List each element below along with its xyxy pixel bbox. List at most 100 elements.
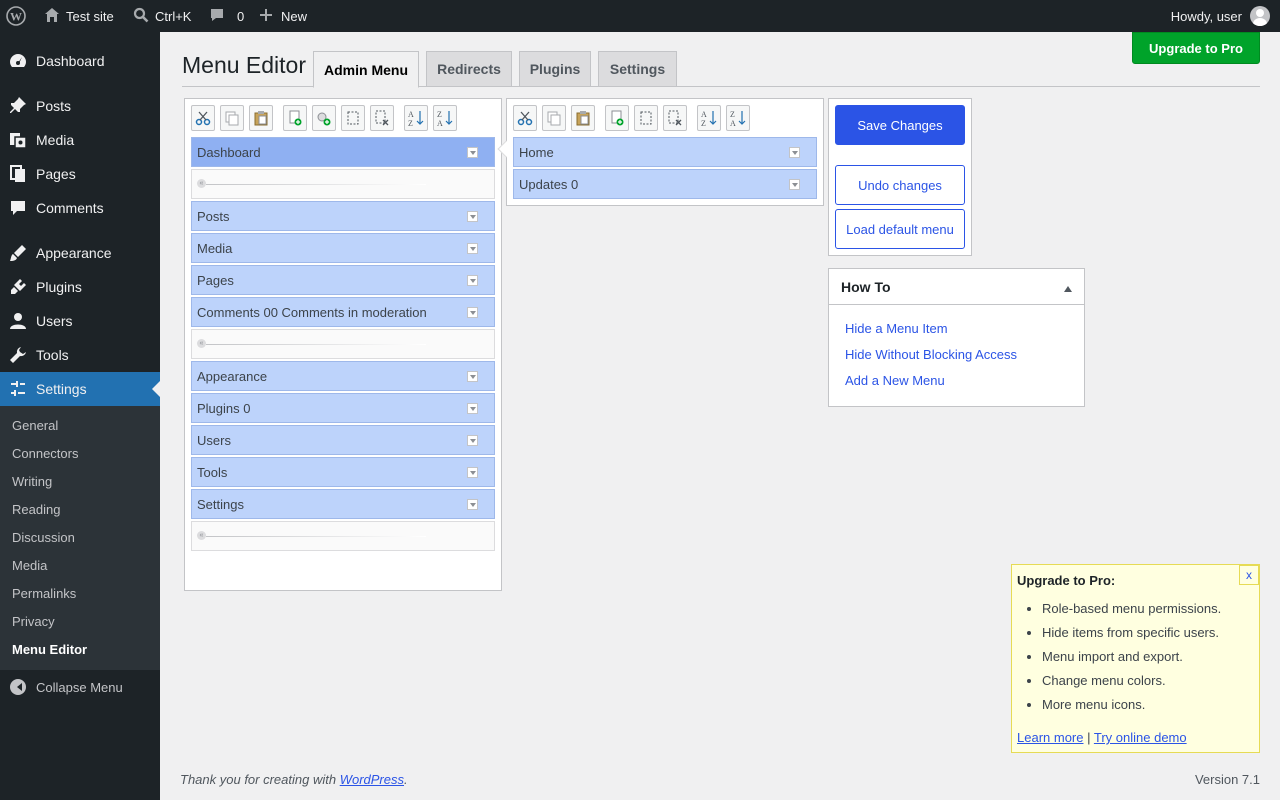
tab-settings[interactable]: Settings	[598, 51, 677, 87]
sidebar-item-settings[interactable]: Settings	[0, 372, 160, 406]
sidebar-item-dashboard[interactable]: Dashboard	[0, 44, 160, 78]
link-hide-menu-item[interactable]: Hide a Menu Item	[845, 321, 948, 336]
submenu-item-reading[interactable]: Reading	[12, 502, 60, 517]
menu-item-title: Pages	[197, 272, 234, 288]
cut-icon[interactable]	[191, 105, 215, 131]
sort-ascending-icon[interactable]: AZ	[697, 105, 721, 131]
menu-separator[interactable]: «	[191, 329, 495, 359]
menu-separator[interactable]: «	[191, 169, 495, 199]
sort-ascending-icon[interactable]: AZ	[404, 105, 428, 131]
submenu-item-menu-editor[interactable]: Menu Editor	[12, 642, 87, 657]
new-separator-icon[interactable]	[312, 105, 336, 131]
submenu-item-media[interactable]: Media	[12, 558, 47, 573]
pro-feature-list: Role-based menu permissions. Hide items …	[1042, 601, 1221, 721]
collapse-arrow-icon[interactable]	[1064, 282, 1072, 292]
link-separator: |	[1087, 730, 1091, 745]
comments-link[interactable]: 0	[209, 0, 244, 32]
cut-icon[interactable]	[513, 105, 537, 131]
menu-item-plugins[interactable]: Plugins 0	[191, 393, 495, 423]
expand-toggle-icon[interactable]	[789, 179, 800, 190]
paste-icon[interactable]	[571, 105, 595, 131]
expand-toggle-icon[interactable]	[467, 275, 478, 286]
copy-icon[interactable]	[542, 105, 566, 131]
submenu-item-updates[interactable]: Updates 0	[513, 169, 817, 199]
sidebar-item-comments[interactable]: Comments	[0, 191, 160, 225]
expand-toggle-icon[interactable]	[467, 147, 478, 158]
try-demo-link[interactable]: Try online demo	[1094, 730, 1187, 745]
hide-item-icon[interactable]	[634, 105, 658, 131]
sort-descending-icon[interactable]: ZA	[726, 105, 750, 131]
save-changes-button[interactable]: Save Changes	[835, 105, 965, 145]
site-name-link[interactable]: Test site	[44, 0, 114, 32]
sort-descending-icon[interactable]: ZA	[433, 105, 457, 131]
list-item: Change menu colors.	[1042, 673, 1221, 697]
list-item: Hide items from specific users.	[1042, 625, 1221, 649]
command-search[interactable]: Ctrl+K	[133, 0, 191, 32]
menu-item-users[interactable]: Users	[191, 425, 495, 455]
sidebar-item-label: Users	[36, 313, 73, 329]
close-button[interactable]: x	[1239, 565, 1259, 585]
paste-icon[interactable]	[249, 105, 273, 131]
expand-toggle-icon[interactable]	[467, 403, 478, 414]
menu-separator[interactable]: «	[191, 521, 495, 551]
hide-item-icon[interactable]	[341, 105, 365, 131]
new-menu-icon[interactable]	[605, 105, 629, 131]
sidebar-item-media[interactable]: Media	[0, 123, 160, 157]
new-menu-icon[interactable]	[283, 105, 307, 131]
how-to-title: How To	[841, 278, 891, 295]
menu-item-dashboard[interactable]: Dashboard	[191, 137, 495, 167]
expand-toggle-icon[interactable]	[467, 243, 478, 254]
submenu-item-writing[interactable]: Writing	[12, 474, 52, 489]
delete-icon[interactable]	[663, 105, 687, 131]
how-to-header[interactable]: How To	[829, 269, 1084, 305]
expand-toggle-icon[interactable]	[467, 499, 478, 510]
sidebar-item-appearance[interactable]: Appearance	[0, 236, 160, 270]
wordpress-link[interactable]: WordPress	[340, 772, 404, 787]
copy-icon[interactable]	[220, 105, 244, 131]
upgrade-to-pro-button[interactable]: Upgrade to Pro	[1132, 32, 1260, 64]
expand-toggle-icon[interactable]	[467, 435, 478, 446]
user-icon	[8, 311, 28, 331]
submenu-item-permalinks[interactable]: Permalinks	[12, 586, 76, 601]
sidebar-item-posts[interactable]: Posts	[0, 89, 160, 123]
expand-toggle-icon[interactable]	[467, 467, 478, 478]
expand-toggle-icon[interactable]	[467, 211, 478, 222]
submenu-item-home[interactable]: Home	[513, 137, 817, 167]
sidebar-item-pages[interactable]: Pages	[0, 157, 160, 191]
submenu-item-privacy[interactable]: Privacy	[12, 614, 55, 629]
menu-item-settings[interactable]: Settings	[191, 489, 495, 519]
expand-toggle-icon[interactable]	[789, 147, 800, 158]
menu-item-comments[interactable]: Comments 00 Comments in moderation	[191, 297, 495, 327]
link-hide-without-blocking[interactable]: Hide Without Blocking Access	[845, 347, 1017, 362]
sidebar-item-plugins[interactable]: Plugins	[0, 270, 160, 304]
menu-item-media[interactable]: Media	[191, 233, 495, 263]
settings-icon	[8, 379, 28, 399]
search-shortcut: Ctrl+K	[155, 8, 192, 24]
wordpress-logo-icon[interactable]: W	[6, 0, 28, 32]
menu-item-pages[interactable]: Pages	[191, 265, 495, 295]
tab-admin-menu[interactable]: Admin Menu	[313, 51, 419, 88]
delete-icon[interactable]	[370, 105, 394, 131]
sidebar-item-label: Media	[36, 132, 75, 148]
account-menu[interactable]: Howdy, user	[1171, 0, 1270, 32]
menu-item-posts[interactable]: Posts	[191, 201, 495, 231]
new-content-link[interactable]: New	[259, 0, 307, 32]
link-add-new-menu[interactable]: Add a New Menu	[845, 373, 945, 388]
menu-item-appearance[interactable]: Appearance	[191, 361, 495, 391]
sidebar-item-tools[interactable]: Tools	[0, 338, 160, 372]
submenu-item-connectors[interactable]: Connectors	[12, 446, 78, 461]
sidebar-item-users[interactable]: Users	[0, 304, 160, 338]
home-icon	[44, 7, 60, 26]
learn-more-link[interactable]: Learn more	[1017, 730, 1083, 745]
expand-toggle-icon[interactable]	[467, 371, 478, 382]
submenu-item-general[interactable]: General	[12, 418, 58, 433]
undo-changes-button[interactable]: Undo changes	[835, 165, 965, 205]
menu-item-tools[interactable]: Tools	[191, 457, 495, 487]
load-default-menu-button[interactable]: Load default menu	[835, 209, 965, 249]
collapse-menu-button[interactable]: Collapse Menu	[0, 670, 160, 704]
tab-plugins[interactable]: Plugins	[519, 51, 591, 87]
expand-toggle-icon[interactable]	[467, 307, 478, 318]
svg-text:A: A	[408, 110, 414, 119]
tab-redirects[interactable]: Redirects	[426, 51, 512, 87]
submenu-item-discussion[interactable]: Discussion	[12, 530, 75, 545]
